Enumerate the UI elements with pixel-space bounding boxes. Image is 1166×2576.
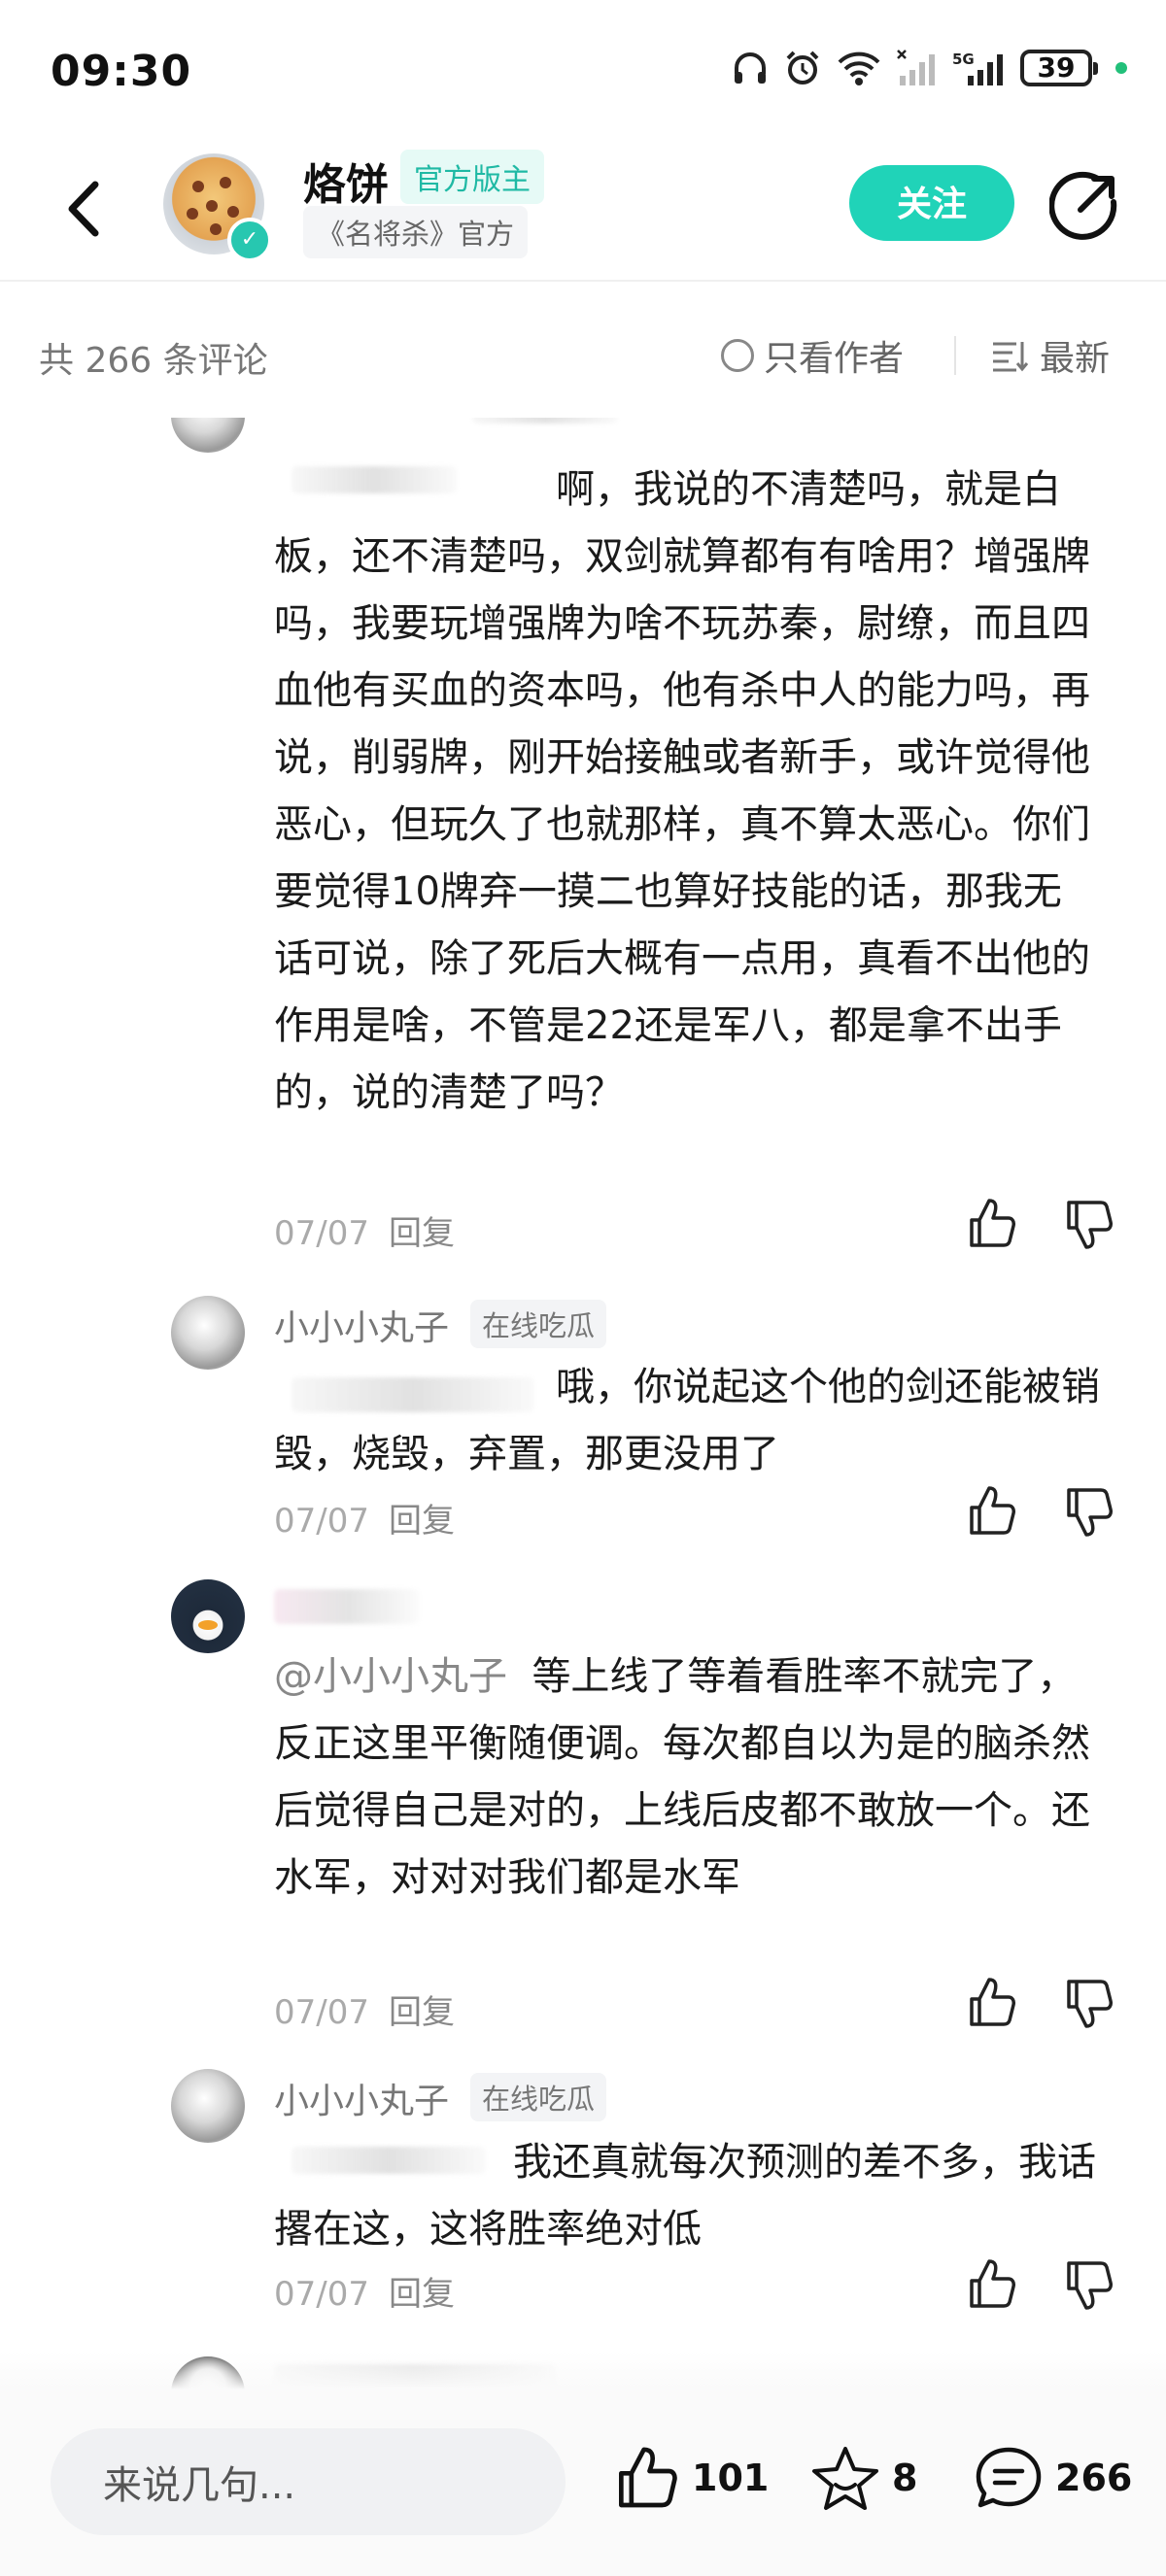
radio-circle-icon — [721, 339, 754, 372]
avatar[interactable] — [171, 1579, 245, 1653]
status-bar: 09:30 5G 39 — [0, 0, 1166, 146]
blurred-username — [472, 418, 618, 424]
mention-link[interactable]: @小小小丸子 — [274, 1654, 507, 1699]
sort-latest-label: 最新 — [1040, 339, 1111, 379]
charging-dot — [1115, 62, 1127, 74]
svg-text:5G: 5G — [952, 51, 975, 68]
comment-input[interactable]: 来说几句... — [51, 2428, 566, 2535]
sort-latest-button[interactable]: 最新 — [991, 330, 1110, 381]
reply-button[interactable]: 回复 — [389, 1502, 455, 1541]
only-author-label: 只看作者 — [764, 339, 905, 379]
comment-filter-bar: 共 266 条评论 只看作者 最新 — [0, 282, 1166, 418]
signal-off-icon — [897, 50, 935, 85]
star-icon — [812, 2447, 878, 2510]
author-name[interactable]: 烙饼 — [303, 150, 389, 212]
blurred-username — [274, 1589, 420, 1624]
dislike-icon[interactable] — [1059, 1482, 1117, 1541]
dislike-icon[interactable] — [1059, 1974, 1117, 2032]
favorite-button[interactable]: 8 — [810, 2444, 917, 2512]
comment-date: 07/07 — [274, 1214, 369, 1253]
user-tag: 在线吃瓜 — [470, 2073, 607, 2121]
user-tag: 在线吃瓜 — [470, 1300, 607, 1348]
comment-date: 07/07 — [274, 2275, 369, 2314]
back-arrow-icon[interactable] — [58, 175, 107, 243]
like-icon[interactable] — [962, 1482, 1020, 1541]
official-moderator-badge: 官方版主 — [400, 150, 544, 204]
comment-count-bottom: 266 — [1055, 2457, 1133, 2499]
comment-text: 哦，你说起这个他的剑还能被销毁，烧毁，弃置，那更没用了 — [274, 1365, 1100, 1476]
like-icon[interactable] — [962, 1195, 1020, 1253]
headset-icon — [735, 52, 766, 84]
status-icons: 5G 39 — [731, 49, 1127, 87]
avatar[interactable] — [171, 2069, 245, 2143]
like-icon — [619, 2447, 677, 2508]
like-icon[interactable] — [962, 2255, 1020, 2314]
comment-meta: 07/07 回复 — [274, 1494, 455, 1542]
alarm-icon — [786, 51, 819, 85]
comment-bubble-icon — [976, 2447, 1042, 2508]
reply-button[interactable]: 回复 — [389, 2275, 455, 2314]
scroll-fade — [0, 2351, 1166, 2390]
dislike-icon[interactable] — [1059, 1195, 1117, 1253]
comment-count: 共 266 条评论 — [39, 341, 268, 381]
comment-username[interactable]: 小小小丸子 — [274, 1300, 449, 1350]
comment-username[interactable]: 小小小丸子 — [274, 2073, 449, 2123]
comment-text: @小小小丸子 等上线了等着看胜率不就完了，反正这里平衡随便调。每次都自以为是的脑… — [274, 1654, 1090, 1900]
sort-icon — [993, 342, 1029, 372]
like-count: 101 — [692, 2457, 770, 2499]
author-subtitle: 《名将杀》官方 — [303, 206, 529, 258]
share-icon[interactable] — [1049, 171, 1119, 241]
avatar[interactable] — [171, 418, 245, 453]
verified-icon: ✓ — [227, 218, 272, 262]
comment-button[interactable]: 266 — [974, 2444, 1132, 2512]
comment-text: 我还真就每次预测的差不多，我话撂在这，这将胜率绝对低 — [274, 2140, 1096, 2252]
battery-icon: 39 — [1020, 50, 1098, 86]
comment-meta: 07/07 回复 — [274, 2267, 455, 2315]
reply-button[interactable]: 回复 — [389, 1993, 455, 2032]
avatar[interactable] — [171, 1296, 245, 1370]
like-button[interactable]: 101 — [612, 2444, 769, 2512]
comment-list: 啊，我说的不清楚吗，就是白板，还不清楚吗，双剑就算都有有啥用？增强牌吗，我要玩增… — [0, 418, 1166, 2390]
favorite-count: 8 — [892, 2457, 918, 2499]
divider — [954, 336, 956, 375]
signal-5g-icon: 5G — [952, 51, 1003, 85]
follow-button[interactable]: 关注 — [849, 165, 1014, 241]
only-author-toggle[interactable]: 只看作者 — [721, 330, 904, 381]
bottom-action-bar: 来说几句... 101 8 266 — [0, 2390, 1166, 2576]
reply-button[interactable]: 回复 — [389, 1214, 455, 1253]
like-icon[interactable] — [962, 1974, 1020, 2032]
dislike-icon[interactable] — [1059, 2255, 1117, 2314]
comment-meta: 07/07 回复 — [274, 1985, 455, 2033]
comment-meta: 07/07 回复 — [274, 1206, 455, 1254]
post-header: ✓ 烙饼 官方版主 《名将杀》官方 关注 — [0, 146, 1166, 282]
comment-text: 啊，我说的不清楚吗，就是白板，还不清楚吗，双剑就算都有有啥用？增强牌吗，我要玩增… — [274, 467, 1090, 1115]
status-time: 09:30 — [51, 47, 192, 96]
comment-date: 07/07 — [274, 1993, 369, 2032]
comment-date: 07/07 — [274, 1502, 369, 1541]
wifi-icon — [838, 51, 880, 85]
